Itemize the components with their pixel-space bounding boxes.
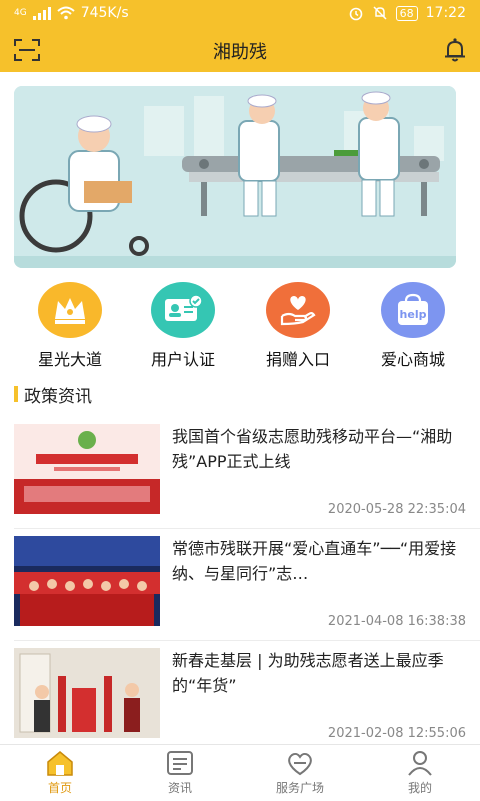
section-header: 政策资讯: [14, 383, 92, 407]
id-card-icon: [151, 282, 215, 338]
news-item[interactable]: 我国首个省级志愿助残移动平台—“湘助残”APP正式上线 2020-05-28 2…: [0, 424, 480, 534]
quick-entry-user-verify[interactable]: 用户认证: [128, 282, 238, 370]
section-title: 政策资讯: [24, 386, 92, 407]
quick-entry-label: 星光大道: [37, 350, 102, 369]
quick-entry-donate[interactable]: 捐赠入口: [243, 282, 353, 370]
news-thumbnail: [14, 536, 160, 626]
divider: [14, 528, 480, 529]
signal-icon: [32, 6, 51, 20]
home-icon: [47, 751, 73, 776]
section-marker: [14, 386, 18, 402]
wifi-icon: [57, 6, 75, 20]
news-item[interactable]: 常德市残联开展“爱心直通车”──“用爱接纳、与星同行”志… 2021-04-08…: [0, 536, 480, 646]
quick-entries: 星光大道 用户认证 捐赠入口 help 爱心商城: [0, 282, 480, 372]
tab-label: 资讯: [167, 781, 192, 795]
news-title: 新春走基层 | 为助残志愿者送上最应季的“年货”: [172, 651, 444, 695]
help-text: help: [400, 308, 427, 321]
bottom-tab-bar: 首页 资讯 服务广场 我的: [0, 744, 480, 801]
bell-icon[interactable]: [442, 37, 468, 63]
status-bar: 4G 745K/s 68 17:22: [0, 0, 480, 28]
clock: 17:22: [425, 5, 466, 21]
crown-icon: [38, 282, 102, 338]
heart-hand-icon: [266, 282, 330, 338]
battery-indicator: 68: [395, 5, 418, 21]
help-bag-icon: help: [381, 282, 445, 338]
alarm-icon: [349, 7, 362, 21]
mute-icon: [373, 6, 387, 20]
news-date: 2021-04-08 16:38:38: [327, 614, 466, 629]
quick-entry-love-mall[interactable]: help 爱心商城: [358, 282, 468, 370]
hero-banner[interactable]: [14, 86, 456, 268]
network-speed: 745K/s: [80, 5, 129, 21]
app-header: 湘助残: [0, 28, 480, 72]
news-thumbnail: [14, 648, 160, 738]
quick-entry-star-avenue[interactable]: 星光大道: [15, 282, 125, 370]
quick-entry-label: 用户认证: [150, 350, 215, 369]
tab-profile[interactable]: 我的: [380, 749, 460, 796]
quick-entry-label: 捐赠入口: [265, 350, 330, 369]
tab-news[interactable]: 资讯: [140, 749, 220, 796]
profile-icon: [408, 751, 432, 776]
tab-home[interactable]: 首页: [20, 749, 100, 796]
tab-label: 我的: [407, 781, 432, 795]
tab-service-square[interactable]: 服务广场: [260, 749, 340, 796]
news-icon: [167, 751, 193, 775]
page-title: 湘助残: [213, 42, 267, 63]
quick-entry-label: 爱心商城: [380, 350, 445, 369]
banner-illustration: [14, 86, 456, 268]
service-heart-icon: [288, 752, 312, 776]
news-thumbnail: [14, 424, 160, 514]
tab-label: 服务广场: [275, 781, 324, 795]
news-title: 我国首个省级志愿助残移动平台—“湘助残”APP正式上线: [172, 427, 453, 471]
network-type: 4G: [14, 8, 27, 18]
news-title: 常德市残联开展“爱心直通车”──“用爱接纳、与星同行”志…: [172, 539, 457, 583]
tab-label: 首页: [47, 781, 72, 795]
divider: [14, 640, 480, 641]
news-date: 2020-05-28 22:35:04: [327, 502, 466, 517]
